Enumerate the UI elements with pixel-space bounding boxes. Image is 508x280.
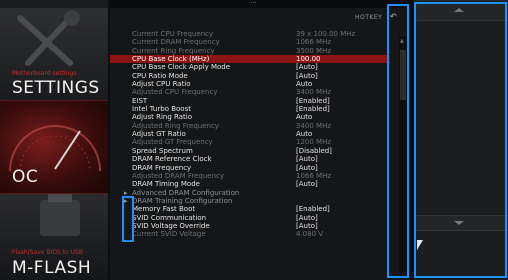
setting-label: DRAM Training Configuration bbox=[132, 196, 233, 205]
setting-label: DRAM Timing Mode bbox=[132, 180, 200, 189]
submenu-row[interactable]: ▸ DRAM Training Configuration bbox=[110, 197, 388, 205]
setting-value: 1200 MHz bbox=[296, 138, 332, 147]
hotkey-button[interactable]: HOTKEY bbox=[355, 14, 382, 21]
setting-row[interactable]: SVID Voltage Override [Auto] bbox=[110, 222, 388, 230]
setting-row: Current Ring Frequency 3500 MHz bbox=[110, 47, 388, 55]
setting-value: 1066 MHz bbox=[296, 171, 332, 180]
top-strip: ··· bbox=[110, 0, 410, 8]
settings-list: Current CPU Frequency 39 x 100.00 MHz Curr… bbox=[110, 30, 388, 239]
mflash-tile[interactable]: Flash/Save BIOS to USB M-FLASH bbox=[0, 194, 108, 280]
setting-label: Current SVID Voltage bbox=[132, 230, 206, 239]
setting-value: 4.080 V bbox=[296, 230, 324, 239]
setting-label: SVID Voltage Override bbox=[132, 221, 210, 230]
oc-tile[interactable]: OC bbox=[0, 100, 108, 194]
setting-label: Spread Spectrum bbox=[132, 146, 193, 155]
setting-label: Memory Fast Boot bbox=[132, 205, 196, 214]
setting-label: Intel Turbo Boost bbox=[132, 105, 191, 114]
setting-value[interactable]: [Auto] bbox=[296, 155, 318, 163]
setting-label: Adjust CPU Ratio bbox=[132, 80, 191, 89]
setting-value[interactable]: 100.00 bbox=[296, 55, 321, 63]
setting-label: Advanced DRAM Configuration bbox=[132, 188, 240, 197]
setting-row[interactable]: CPU Ratio Mode [Auto] bbox=[110, 72, 388, 80]
setting-label: EIST bbox=[132, 96, 148, 105]
setting-row[interactable]: Spread Spectrum [Disabled] bbox=[110, 147, 388, 155]
annotation-box-help-panel bbox=[414, 2, 507, 278]
setting-row[interactable]: Memory Fast Boot [Enabled] bbox=[110, 205, 388, 213]
setting-label: Adjust GT Ratio bbox=[132, 130, 186, 139]
setting-label: CPU Base Clock Apply Mode bbox=[132, 63, 231, 72]
setting-value[interactable]: [Auto] bbox=[296, 180, 318, 188]
left-sidebar: Motherboard settings SETTINGS OC Flash/S… bbox=[0, 0, 108, 280]
setting-label: SVID Communication bbox=[132, 213, 207, 222]
setting-row[interactable]: DRAM Timing Mode [Auto] bbox=[110, 180, 388, 188]
setting-row[interactable]: Intel Turbo Boost [Enabled] bbox=[110, 105, 388, 113]
setting-label: Adjusted Ring Frequency bbox=[132, 121, 219, 130]
setting-value[interactable]: [Auto] bbox=[296, 63, 318, 71]
menu-dots-icon[interactable]: ··· bbox=[250, 0, 257, 7]
setting-label: Adjusted GT Frequency bbox=[132, 138, 213, 147]
setting-label: CPU Base Clock (MHz) bbox=[132, 55, 210, 64]
setting-row: Adjusted GT Frequency 1200 MHz bbox=[110, 138, 388, 146]
setting-value: 3400 MHz bbox=[296, 121, 332, 130]
setting-value[interactable]: [Auto] bbox=[296, 72, 318, 80]
setting-value[interactable]: [Enabled] bbox=[296, 97, 330, 105]
setting-value[interactable]: [Auto] bbox=[296, 222, 318, 230]
setting-value: 3500 MHz bbox=[296, 46, 332, 55]
setting-value[interactable]: [Auto] bbox=[296, 214, 318, 222]
setting-label: DRAM Frequency bbox=[132, 163, 192, 172]
setting-value[interactable]: [Enabled] bbox=[296, 105, 330, 113]
submenu-row[interactable]: ▸ Advanced DRAM Configuration bbox=[110, 189, 388, 197]
setting-row: Current SVID Voltage 4.080 V bbox=[110, 230, 388, 238]
oc-title: OC bbox=[12, 167, 39, 187]
setting-label: Adjusted CPU Frequency bbox=[132, 88, 218, 97]
setting-row: Adjusted CPU Frequency 3400 MHz bbox=[110, 88, 388, 96]
settings-subtitle: Motherboard settings bbox=[12, 70, 77, 77]
annotation-box-submenu bbox=[122, 196, 134, 242]
setting-value: 39 x 100.00 MHz bbox=[296, 30, 356, 38]
setting-row[interactable]: DRAM Frequency [Auto] bbox=[110, 164, 388, 172]
setting-label: CPU Ratio Mode bbox=[132, 71, 188, 80]
setting-row[interactable]: CPU Base Clock Apply Mode [Auto] bbox=[110, 63, 388, 71]
setting-value[interactable]: Auto bbox=[296, 130, 312, 138]
setting-value[interactable]: [Enabled] bbox=[296, 205, 330, 213]
setting-value: 3400 MHz bbox=[296, 88, 332, 97]
setting-value[interactable]: [Disabled] bbox=[296, 147, 332, 155]
setting-row: Adjusted Ring Frequency 3400 MHz bbox=[110, 122, 388, 130]
setting-row: Current CPU Frequency 39 x 100.00 MHz bbox=[110, 30, 388, 38]
mflash-title: M-FLASH bbox=[12, 258, 92, 278]
setting-row[interactable]: Adjust GT Ratio Auto bbox=[110, 130, 388, 138]
annotation-box-scrollbar bbox=[387, 4, 409, 278]
setting-row: Adjusted DRAM Frequency 1066 MHz bbox=[110, 172, 388, 180]
setting-label: Current CPU Frequency bbox=[132, 30, 214, 38]
setting-label: Current Ring Frequency bbox=[132, 46, 215, 55]
setting-label: Adjust Ring Ratio bbox=[132, 113, 192, 122]
setting-label: DRAM Reference Clock bbox=[132, 155, 212, 164]
setting-label: Current DRAM Frequency bbox=[132, 38, 220, 47]
settings-title: SETTINGS bbox=[12, 78, 100, 98]
oc-settings-panel: ··· HOTKEY ↶ Current CPU Frequency 39 x 1… bbox=[110, 0, 410, 280]
setting-row[interactable]: DRAM Reference Clock [Auto] bbox=[110, 155, 388, 163]
setting-row[interactable]: SVID Communication [Auto] bbox=[110, 214, 388, 222]
setting-row: Current DRAM Frequency 1066 MHz bbox=[110, 38, 388, 46]
setting-value[interactable]: Auto bbox=[296, 113, 312, 121]
setting-row[interactable]: Adjust CPU Ratio Auto bbox=[110, 80, 388, 88]
setting-row[interactable]: Adjust Ring Ratio Auto bbox=[110, 113, 388, 121]
settings-tile[interactable]: Motherboard settings SETTINGS bbox=[0, 8, 108, 98]
mflash-subtitle: Flash/Save BIOS to USB bbox=[12, 249, 83, 256]
setting-value: 1066 MHz bbox=[296, 38, 332, 47]
setting-value[interactable]: Auto bbox=[296, 80, 312, 88]
setting-label: Adjusted DRAM Frequency bbox=[132, 171, 225, 180]
setting-row[interactable]: EIST [Enabled] bbox=[110, 97, 388, 105]
setting-row[interactable]: CPU Base Clock (MHz) 100.00 bbox=[110, 55, 388, 64]
setting-value[interactable]: [Auto] bbox=[296, 164, 318, 172]
